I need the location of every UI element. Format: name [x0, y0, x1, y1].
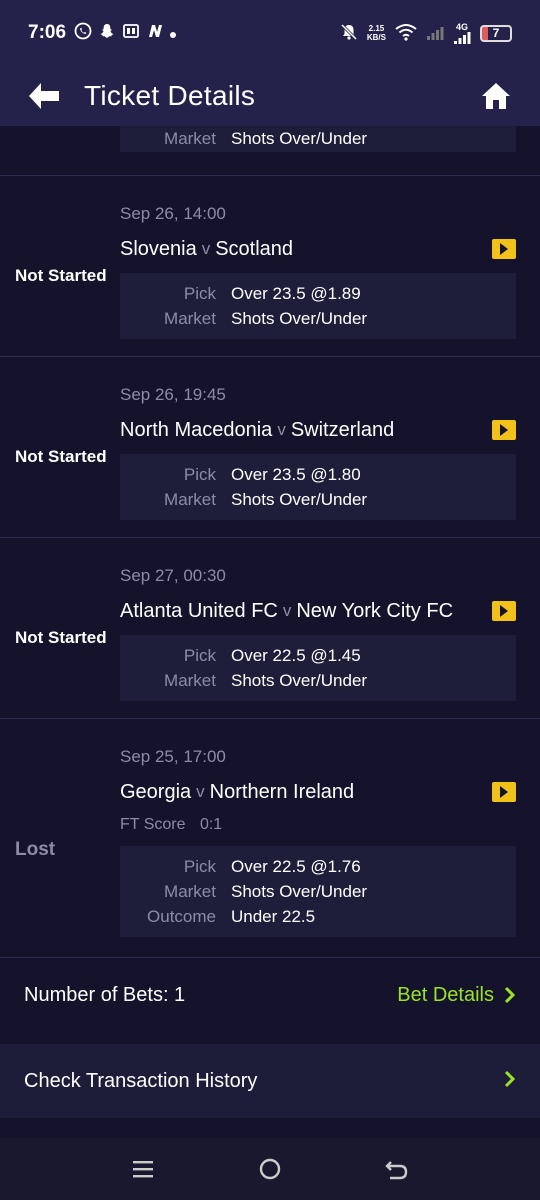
back-nav-button[interactable] — [377, 1149, 417, 1189]
arrow-left-icon — [29, 83, 59, 109]
vs-label: v — [201, 239, 211, 258]
status-right: 2.15 KB/S 4G 7 — [340, 22, 512, 44]
market-row: Market Shots Over/Under — [164, 671, 368, 690]
bet-date: Sep 27, 00:30 — [120, 566, 226, 585]
recents-button[interactable] — [123, 1149, 163, 1189]
spacer — [0, 1032, 540, 1044]
market-row: Market Shots Over/Under — [164, 882, 368, 901]
bet-match: Slovenia v Scotland — [120, 237, 516, 261]
bet-status: Not Started — [15, 447, 107, 466]
pick-row: Pick Over 23.5 @1.89 — [183, 284, 361, 303]
back-button[interactable] — [24, 76, 64, 116]
bet-match: North Macedonia v Switzerland — [120, 418, 516, 442]
pick-row: Pick Over 22.5 @1.76 — [183, 857, 361, 876]
chevron-right-icon — [504, 986, 516, 1004]
page-title: Ticket Details — [84, 80, 256, 111]
vs-label: v — [196, 782, 205, 801]
snapchat-icon — [98, 22, 116, 44]
bet-item[interactable]: Lost Sep 25, 17:00 Georgia v Northern Ir… — [0, 719, 540, 957]
home-icon — [482, 83, 510, 109]
bet-summary: Number of Bets: 1 Bet Details — [0, 958, 540, 1032]
back-nav-icon — [384, 1161, 407, 1180]
home-nav-button[interactable] — [250, 1149, 290, 1189]
ft-score: FT Score 0:1 — [120, 816, 223, 833]
home-team: North Macedonia — [120, 418, 273, 441]
vs-label: v — [277, 420, 286, 439]
bet-status: Not Started — [15, 266, 107, 285]
news-app-icon — [146, 22, 164, 44]
home-team: Atlanta United FC — [120, 599, 278, 622]
status-time: 7:06 — [28, 22, 67, 43]
dot-icon — [170, 25, 177, 42]
play-arrow-icon[interactable] — [492, 782, 516, 802]
notification-icons — [74, 22, 177, 44]
play-arrow-icon[interactable] — [492, 420, 516, 440]
bet-status: Lost — [15, 839, 56, 860]
market-row: Market Shots Over/Under — [164, 490, 368, 509]
wifi-icon — [395, 23, 417, 44]
outcome-row: Outcome Under 22.5 — [147, 907, 316, 926]
play-arrow-icon[interactable] — [492, 239, 516, 259]
chevron-right-icon — [504, 1070, 516, 1093]
bet-date: Sep 25, 17:00 — [120, 747, 226, 766]
away-team: Northern Ireland — [209, 780, 355, 803]
bet-item[interactable]: Not Started Sep 26, 19:45 North Macedoni… — [0, 357, 540, 537]
market-row: Market Shots Over/Under — [164, 129, 368, 148]
pick-box: Pick Over 22.5 @1.76 Market Shots Over/U… — [120, 846, 516, 937]
bet-details-link[interactable]: Bet Details — [397, 984, 516, 1007]
home-button[interactable] — [476, 76, 516, 116]
pick-box: Pick Over 22.5 @1.45 Market Shots Over/U… — [120, 635, 516, 701]
bet-status: Not Started — [15, 628, 107, 647]
menu-icon — [133, 1161, 154, 1178]
status-bar: 7:06 2.15 KB/S 4G 7 — [0, 0, 540, 66]
system-nav-bar — [0, 1138, 540, 1200]
number-of-bets: Number of Bets: 1 — [24, 983, 186, 1006]
transaction-history-row[interactable]: Check Transaction History — [0, 1044, 540, 1118]
home-team: Slovenia — [120, 237, 197, 260]
away-team: Scotland — [215, 237, 294, 260]
away-team: Switzerland — [290, 418, 395, 441]
bet-item[interactable]: Not Started Sep 27, 00:30 Atlanta United… — [0, 538, 540, 718]
pick-row: Pick Over 22.5 @1.45 — [183, 646, 361, 665]
battery-icon: 7 — [480, 24, 512, 42]
bet-item[interactable]: Not Started Sep 26, 14:00 Slovenia v Sco… — [0, 176, 540, 356]
pick-box: Pick Over 23.5 @1.89 Market Shots Over/U… — [120, 273, 516, 339]
ticket-content: Market Shots Over/Under Not Started Sep … — [0, 126, 540, 958]
mute-icon — [340, 23, 358, 44]
partial-pick-box: Market Shots Over/Under — [120, 126, 516, 152]
vs-label: v — [282, 601, 292, 620]
away-team: New York City FC — [296, 599, 454, 622]
play-arrow-icon[interactable] — [492, 601, 516, 621]
app-header: Ticket Details — [0, 66, 540, 126]
signal-weak-icon — [426, 24, 444, 43]
home-team: Georgia — [120, 780, 192, 803]
circle-home-icon — [259, 1158, 281, 1180]
bet-date: Sep 26, 19:45 — [120, 385, 226, 404]
paytm-icon — [122, 22, 140, 44]
market-row: Market Shots Over/Under — [164, 309, 368, 328]
bet-date: Sep 26, 14:00 — [120, 204, 226, 223]
bet-match: Atlanta United FC v New York City FC — [120, 599, 516, 623]
pick-row: Pick Over 23.5 @1.80 — [183, 465, 361, 484]
network-speed: 2.15 KB/S — [366, 24, 386, 42]
signal-4g-icon: 4G — [453, 22, 471, 44]
transaction-history-label: Check Transaction History — [24, 1069, 258, 1092]
pick-box: Pick Over 23.5 @1.80 Market Shots Over/U… — [120, 454, 516, 520]
bet-match: Georgia v Northern Ireland — [120, 780, 516, 804]
whatsapp-icon — [74, 22, 92, 44]
